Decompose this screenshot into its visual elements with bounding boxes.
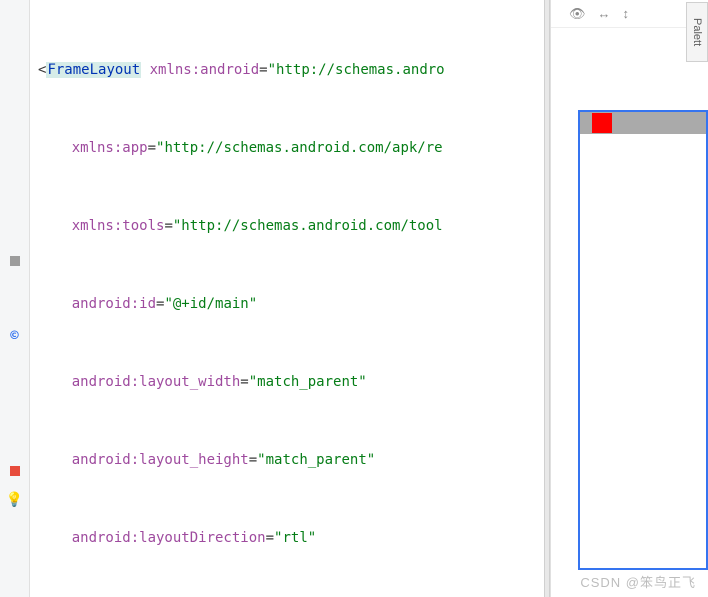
editor-root: © 💡 <FrameLayout xmlns:android="http://s… — [0, 0, 708, 597]
code-line: <FrameLayout xmlns:android="http://schem… — [38, 57, 544, 83]
resize-vertical-icon[interactable]: ↕ — [623, 6, 630, 21]
code-line: android:layoutDirection="rtl" — [38, 525, 544, 551]
gutter-color-grey-icon[interactable] — [10, 256, 20, 266]
preview-red-view — [592, 113, 612, 133]
device-frame[interactable] — [578, 110, 708, 570]
watermark: CSDN @笨鸟正飞 — [580, 572, 696, 591]
code-line: android:id="@+id/main" — [38, 291, 544, 317]
padding-start-region — [580, 113, 590, 133]
bulb-icon[interactable]: 💡 — [6, 492, 23, 508]
preview-toolbar: 👁 ↔ ↕ — [551, 0, 708, 28]
code-editor[interactable]: <FrameLayout xmlns:android="http://schem… — [30, 0, 544, 597]
eye-icon[interactable]: 👁 — [569, 6, 586, 22]
gutter: © 💡 — [0, 0, 30, 597]
code-line: xmlns:tools="http://schemas.android.com/… — [38, 213, 544, 239]
code-line: android:layout_height="match_parent" — [38, 447, 544, 473]
gutter-copyright-icon[interactable]: © — [10, 328, 18, 344]
gutter-color-red-icon[interactable] — [10, 466, 20, 476]
palette-tab[interactable]: Palett — [686, 2, 708, 62]
layout-preview-pane: 👁 ↔ ↕ — [550, 0, 708, 597]
resize-horizontal-icon[interactable]: ↔ — [598, 6, 611, 21]
code-line: android:layout_width="match_parent" — [38, 369, 544, 395]
code-line: xmlns:app="http://schemas.android.com/ap… — [38, 135, 544, 161]
preview-relativelayout — [580, 112, 706, 134]
